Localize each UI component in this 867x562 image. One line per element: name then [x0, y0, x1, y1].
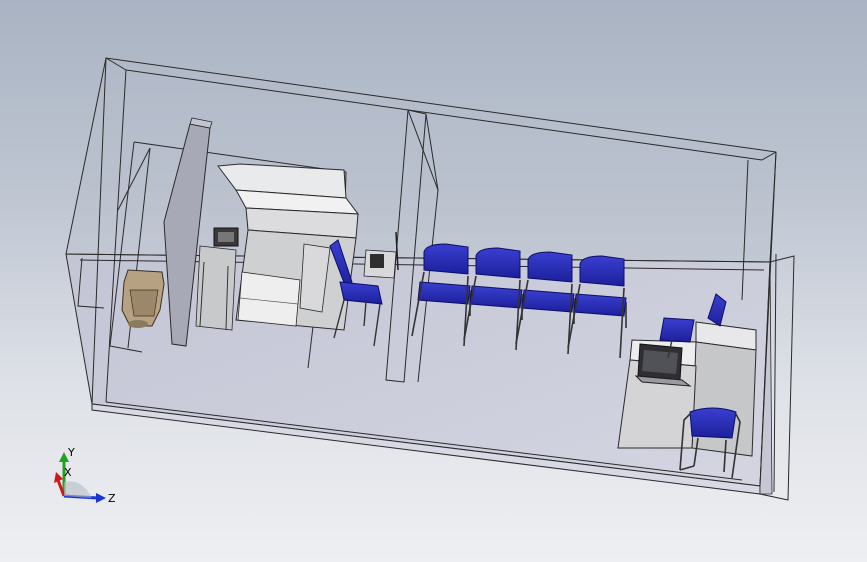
graphics-viewport[interactable]: Y Z X — [0, 0, 867, 562]
coordinate-triad[interactable]: Y Z X — [44, 442, 124, 512]
container-3d-model[interactable] — [0, 0, 867, 562]
z-axis-label: Z — [108, 492, 116, 505]
y-axis-label: Y — [67, 446, 75, 459]
x-axis-label: X — [64, 466, 72, 479]
